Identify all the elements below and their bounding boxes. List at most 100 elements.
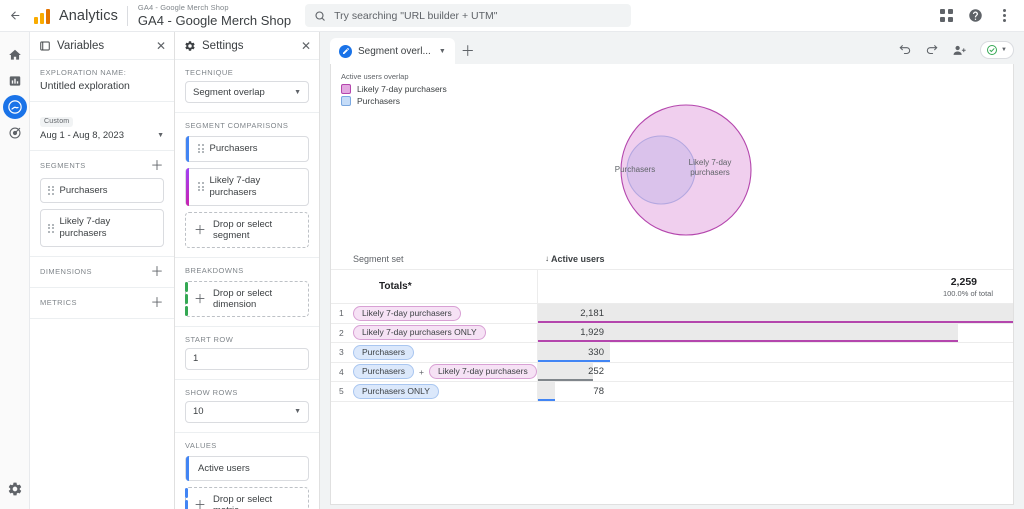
rail-item-reports[interactable] [3, 69, 27, 93]
drop-or-select-segment[interactable]: ＋ Drop or select segment [185, 212, 309, 248]
row-value: 1,929 [538, 327, 610, 338]
help-circle-icon[interactable] [968, 8, 983, 23]
drag-handle-icon[interactable] [48, 186, 54, 195]
legend-swatch [341, 84, 351, 94]
comparison-segment-likely-7day[interactable]: Likely 7-day purchasers [185, 168, 309, 206]
chevron-down-icon[interactable]: ▼ [439, 48, 446, 55]
variables-segment-purchasers[interactable]: Purchasers [40, 178, 164, 204]
start-row-value: 1 [193, 353, 198, 364]
plus-icon: ＋ [194, 499, 206, 509]
settings-title: Settings [202, 40, 244, 52]
show-rows-select[interactable]: 10 ▼ [185, 401, 309, 423]
column-header-segment-set[interactable]: Segment set [349, 248, 537, 269]
table-row[interactable]: 4 Purchasers + Likely 7-day purchasers 2… [331, 363, 1013, 383]
gear-icon[interactable] [7, 481, 23, 497]
add-dimension-button[interactable]: ＋ [150, 265, 164, 278]
add-metric-button[interactable]: ＋ [150, 296, 164, 309]
totals-percent: 100.0% of total [943, 289, 1007, 298]
segment-chip[interactable]: Likely 7-day purchasers [353, 306, 461, 321]
date-range-row[interactable]: Aug 1 - Aug 8, 2023 ▼ [40, 130, 164, 141]
dimension-color-bar [185, 282, 188, 316]
rail-item-home[interactable] [3, 43, 27, 67]
segment-comparisons-label: SEGMENT COMPARISONS [185, 121, 309, 130]
value-metric-active-users[interactable]: Active users [185, 456, 309, 481]
chevron-down-icon[interactable]: ▼ [294, 408, 301, 415]
home-icon [8, 48, 22, 62]
drag-handle-icon[interactable] [48, 224, 54, 233]
chip-separator: + [419, 367, 424, 377]
row-value-cell: 2,181 [537, 304, 1013, 323]
segment-chip[interactable]: Purchasers [353, 345, 414, 360]
segment-chip[interactable]: Likely 7-day purchasers ONLY [353, 325, 486, 340]
row-index: 4 [331, 363, 349, 382]
segment-chip[interactable]: Purchasers ONLY [353, 384, 439, 399]
variables-segment-likely-7day[interactable]: Likely 7-day purchasers [40, 209, 164, 247]
rail-item-explore[interactable] [3, 95, 27, 119]
comparison-segment-purchasers[interactable]: Purchasers [185, 136, 309, 162]
show-rows-section: SHOW ROWS 10 ▼ [175, 380, 319, 433]
plus-icon: ＋ [194, 293, 206, 305]
segment-chip[interactable]: Purchasers [353, 364, 414, 379]
row-bar-line [538, 340, 958, 342]
segment-label: Likely 7-day purchasers [60, 216, 157, 240]
close-icon[interactable]: ✕ [156, 40, 166, 52]
date-custom-badge: Custom [40, 117, 73, 127]
table-row[interactable]: 5 Purchasers ONLY 78 [331, 382, 1013, 402]
more-vertical-icon[interactable] [997, 8, 1012, 23]
row-segment-chips: Likely 7-day purchasers ONLY [349, 324, 537, 343]
row-bar-line [538, 399, 555, 401]
status-badge[interactable]: ▼ [980, 41, 1014, 59]
row-bar-line [538, 360, 610, 362]
apps-grid-icon[interactable] [939, 8, 954, 23]
drop-or-select-dimension[interactable]: ＋ Drop or select dimension [185, 281, 309, 317]
legend-item-likely-7day[interactable]: Likely 7-day purchasers [341, 84, 447, 94]
exploration-name-value[interactable]: Untitled exploration [40, 80, 164, 92]
totals-index-spacer [331, 270, 349, 303]
segment-label: Purchasers [60, 185, 108, 197]
tab-segment-overlap[interactable]: Segment overl... ▼ [330, 38, 455, 64]
share-person-add-icon[interactable] [952, 43, 967, 58]
table-totals-row: Totals* 2,259 100.0% of total [331, 270, 1013, 304]
show-rows-value: 10 [193, 406, 204, 417]
chevron-down-icon[interactable]: ▼ [1001, 47, 1007, 53]
property-selector[interactable]: GA4 - Google Merch Shop GA4 - Google Mer… [138, 4, 291, 28]
table-row[interactable]: 1 Likely 7-day purchasers 2,181 [331, 304, 1013, 324]
row-value: 2,181 [538, 308, 610, 319]
row-value-cell: 252 [537, 363, 1013, 382]
sort-arrow-icon[interactable]: ↓ [545, 254, 549, 263]
add-tab-button[interactable]: ＋ [455, 38, 481, 64]
column-header-active-users[interactable]: ↓ Active users [537, 254, 605, 264]
back-arrow-icon[interactable] [0, 0, 30, 32]
start-row-input[interactable]: 1 [185, 348, 309, 370]
values-section: VALUES Active users ＋ Drop or select met… [175, 433, 319, 509]
table-row[interactable]: 2 Likely 7-day purchasers ONLY 1,929 [331, 324, 1013, 344]
technique-select[interactable]: Segment overlap ▼ [185, 81, 309, 103]
drag-handle-icon[interactable] [198, 144, 204, 153]
metric-label: Active users [198, 463, 250, 474]
metrics-section: METRICS ＋ [30, 288, 174, 319]
chevron-down-icon[interactable]: ▼ [157, 132, 164, 139]
segments-header: SEGMENTS ＋ [40, 159, 164, 172]
property-label: GA4 - Google Merch Shop [138, 14, 291, 28]
drag-handle-icon[interactable] [198, 182, 204, 191]
add-segment-button[interactable]: ＋ [150, 159, 164, 172]
dimensions-header: DIMENSIONS ＋ [40, 265, 164, 278]
drop-or-select-metric[interactable]: ＋ Drop or select metric [185, 487, 309, 509]
undo-icon[interactable] [898, 43, 912, 57]
variables-panel: Variables ✕ EXPLORATION NAME: Untitled e… [30, 32, 175, 509]
advertising-target-icon [8, 126, 22, 140]
close-icon[interactable]: ✕ [301, 40, 311, 52]
row-value-cell: 330 [537, 343, 1013, 362]
canvas-tools: ▼ [898, 41, 1014, 64]
chevron-down-icon[interactable]: ▼ [294, 89, 301, 96]
search-icon [314, 10, 326, 22]
segment-chip[interactable]: Likely 7-day purchasers [429, 364, 537, 379]
rail-item-advertising[interactable] [3, 121, 27, 145]
row-value: 330 [538, 347, 610, 358]
analytics-logo[interactable]: Analytics [30, 8, 118, 24]
date-range-section[interactable]: Custom Aug 1 - Aug 8, 2023 ▼ [30, 102, 174, 151]
redo-icon[interactable] [925, 43, 939, 57]
row-segment-chips: Purchasers ONLY [349, 382, 537, 401]
table-row[interactable]: 3 Purchasers 330 [331, 343, 1013, 363]
search-input[interactable]: Try searching "URL builder + UTM" [305, 4, 631, 27]
